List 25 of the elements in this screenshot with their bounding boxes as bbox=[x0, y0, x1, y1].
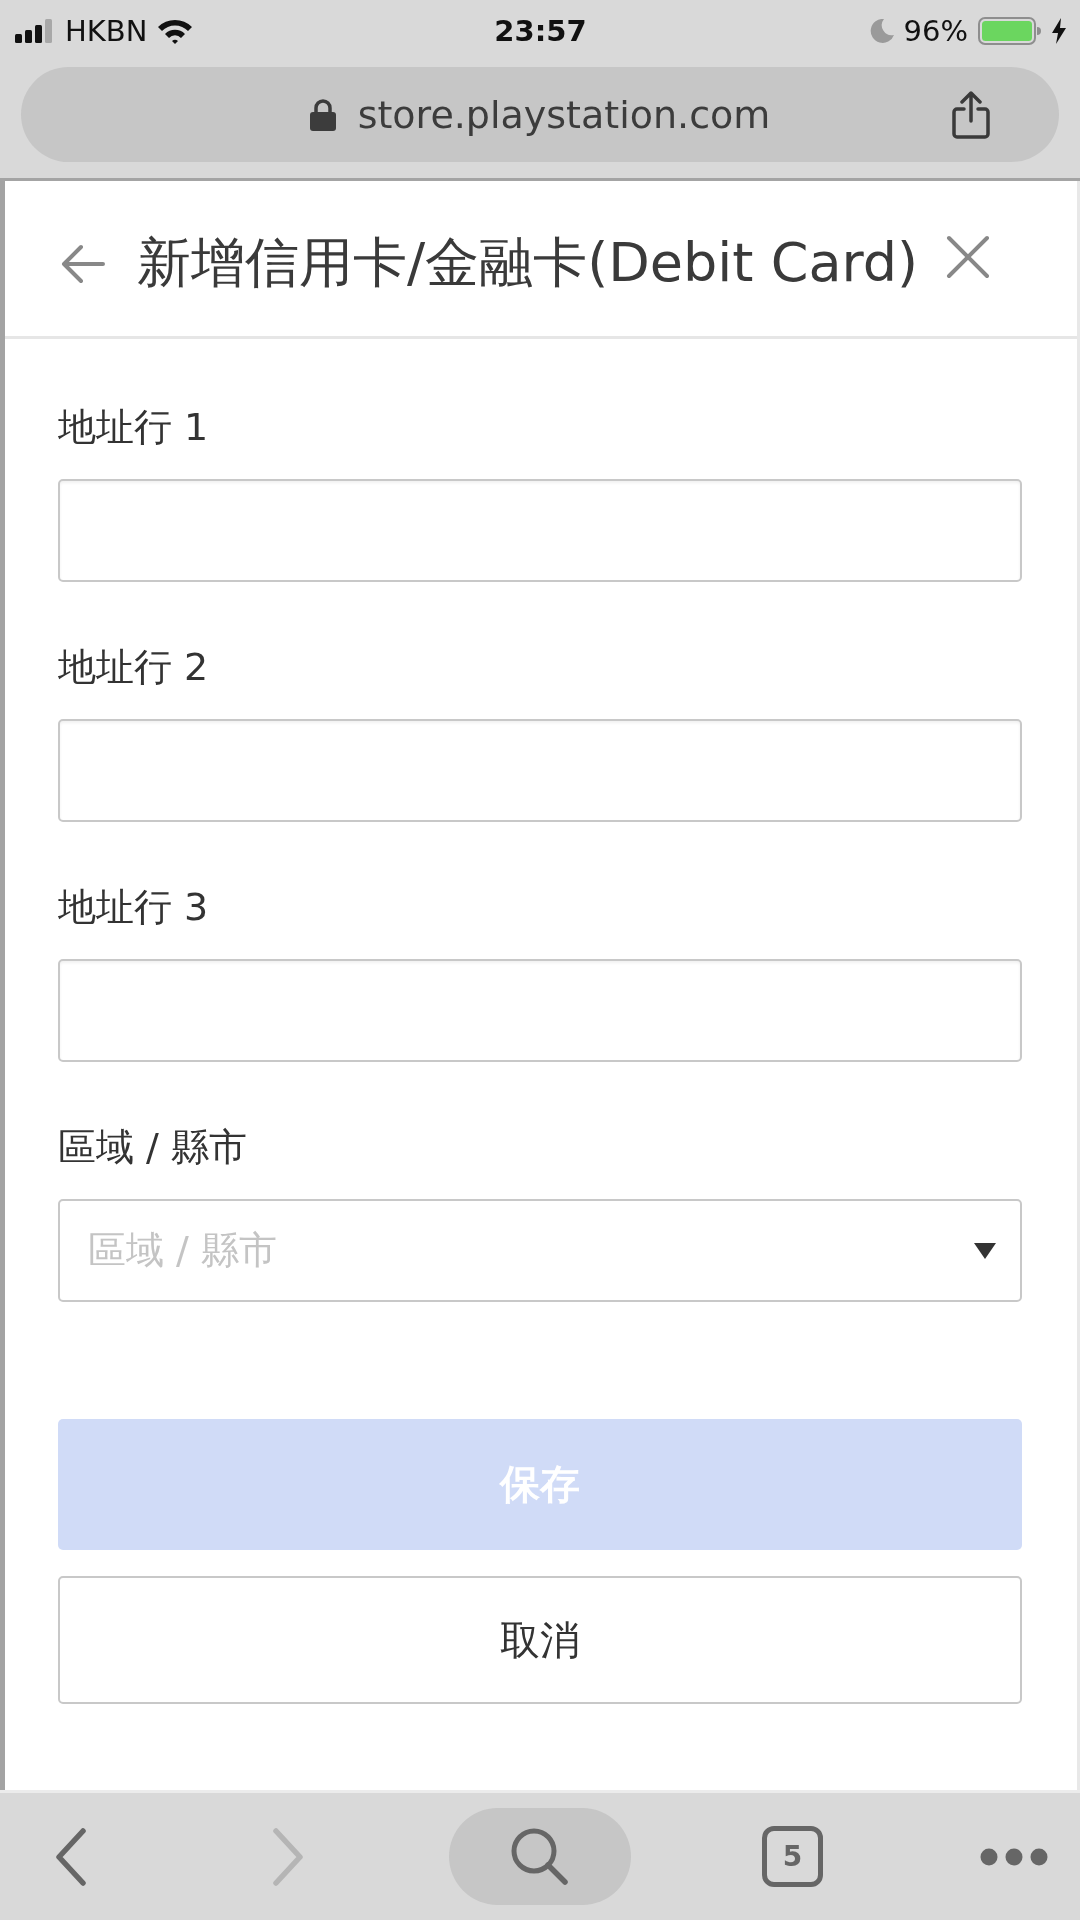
more-dots-icon[interactable] bbox=[980, 1847, 1048, 1866]
text-input-field[interactable] bbox=[58, 479, 1022, 582]
field-label: 地址行 3 bbox=[58, 884, 210, 931]
address-bar[interactable]: store.playstation.com bbox=[21, 67, 1059, 162]
status-time: 23:57 bbox=[494, 14, 587, 48]
battery-percentage: 96% bbox=[903, 14, 968, 48]
cancel-button[interactable]: 取消 bbox=[58, 1576, 1022, 1704]
wifi-icon bbox=[157, 18, 194, 44]
dropdown-caret-icon bbox=[974, 1242, 996, 1259]
field-label: 地址行 1 bbox=[58, 404, 210, 451]
share-icon[interactable] bbox=[951, 90, 991, 139]
tabs-button[interactable]: 5 bbox=[762, 1826, 823, 1887]
text-input-field[interactable] bbox=[58, 719, 1022, 822]
battery-icon bbox=[978, 17, 1042, 45]
back-arrow-icon[interactable] bbox=[61, 243, 105, 284]
field-label: 區域 / 縣市 bbox=[58, 1124, 248, 1171]
carrier-name: HKBN bbox=[65, 14, 148, 48]
text-input-field[interactable] bbox=[58, 959, 1022, 1062]
close-icon[interactable] bbox=[946, 234, 991, 279]
dialog-title: 新增信用卡/金融卡(Debit Card) bbox=[137, 230, 919, 296]
lock-icon bbox=[309, 98, 336, 131]
field-label: 地址行 2 bbox=[58, 644, 210, 691]
search-icon bbox=[510, 1826, 570, 1887]
signal-icon bbox=[15, 19, 55, 43]
chevron-left-icon[interactable] bbox=[55, 1827, 87, 1886]
